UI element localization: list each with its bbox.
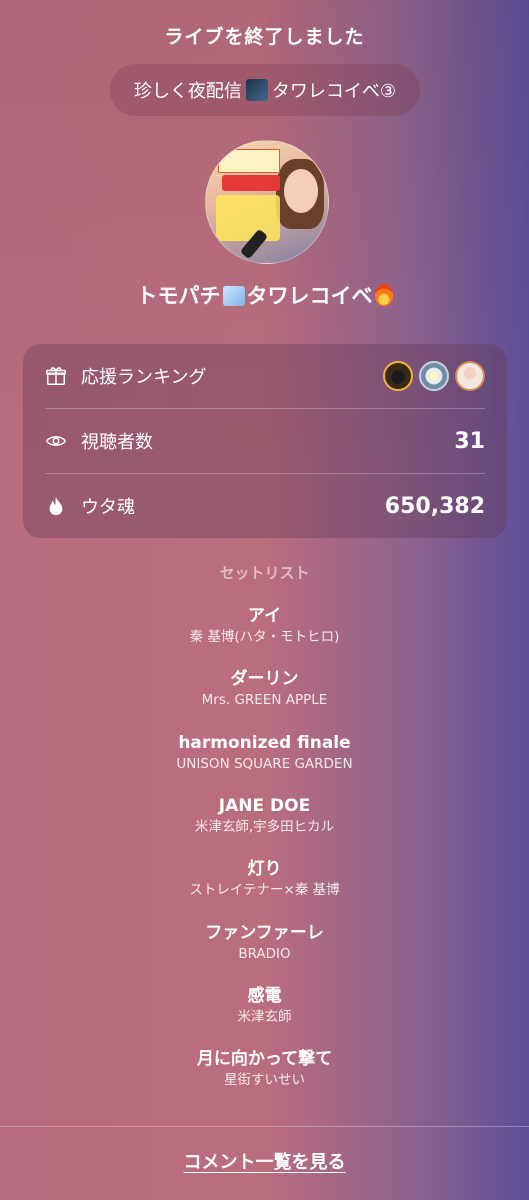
stream-title-prefix: 珍しく夜配信 (133, 81, 242, 102)
viewers-value: 31 (454, 428, 485, 454)
ranking-avatar-3[interactable] (455, 361, 485, 391)
user-name-prefix: トモパチ (136, 284, 221, 308)
ranking-label: 応援ランキング (81, 367, 207, 388)
avatar-entry-badge (222, 175, 280, 191)
setlist-song: 月に向かって撃て 星街すいせい (0, 1048, 529, 1090)
song-artist: ストレイテナー×秦 基博 (189, 882, 340, 898)
viewers-label: 視聴者数 (81, 432, 153, 453)
song-artist: UNISON SQUARE GARDEN (176, 756, 353, 772)
song-title: 灯り (247, 859, 282, 879)
song-title: harmonized finale (178, 733, 351, 753)
stats-card: 応援ランキング 視聴者数 31 ウタ魂 650,382 (23, 344, 507, 538)
song-title: 感電 (247, 986, 282, 1006)
song-artist: 米津玄師,宇多田ヒカル (194, 819, 335, 835)
ranking-row[interactable]: 応援ランキング (45, 344, 485, 408)
song-artist: 星街すいせい (224, 1072, 305, 1088)
song-artist: 秦 基博(ハタ・モトヒロ) (189, 629, 340, 645)
avatar-face (284, 169, 318, 213)
song-artist: Mrs. GREEN APPLE (201, 692, 328, 708)
song-artist: BRADIO (238, 946, 291, 962)
setlist-song: 灯り ストレイテナー×秦 基博 (0, 858, 529, 900)
footer-divider (0, 1126, 529, 1127)
user-name-suffix: タワレコイベ (246, 284, 373, 308)
setlist-song: ダーリン Mrs. GREEN APPLE (0, 668, 529, 710)
soul-row: ウタ魂 650,382 (45, 474, 485, 538)
view-comments-link[interactable]: コメント一覧を見る (0, 1148, 529, 1174)
avatar-banner (218, 149, 280, 173)
setlist-song: 感電 米津玄師 (0, 985, 529, 1027)
song-title: 月に向かって撃て (196, 1049, 333, 1069)
page-title: ライブを終了しました (164, 26, 365, 48)
setlist-song: ファンファーレ BRADIO (0, 922, 529, 964)
setlist-song: JANE DOE 米津玄師,宇多田ヒカル (0, 795, 529, 837)
fire-emoji-icon (374, 284, 393, 306)
stream-title-suffix: タワレコイベ③ (271, 81, 397, 102)
ranking-badges[interactable] (383, 361, 485, 391)
flame-icon (49, 496, 63, 516)
gift-icon (46, 367, 66, 385)
avatar-caption-box (216, 195, 280, 241)
ranking-avatar-1[interactable] (383, 361, 413, 391)
ranking-avatar-2[interactable] (419, 361, 449, 391)
eye-icon (46, 436, 66, 446)
user-name[interactable]: トモパチ タワレコイベ (0, 280, 529, 310)
setlist-heading: セットリスト (219, 564, 310, 582)
song-artist: 米津玄師 (237, 1009, 292, 1025)
song-title: アイ (247, 606, 282, 626)
soul-value: 650,382 (384, 493, 485, 519)
night-city-emoji-icon (245, 79, 268, 101)
ice-cube-emoji-icon (222, 286, 245, 306)
viewers-row: 視聴者数 31 (45, 409, 485, 473)
setlist-song: harmonized finale UNISON SQUARE GARDEN (0, 732, 529, 774)
avatar[interactable] (205, 140, 329, 264)
soul-label: ウタ魂 (81, 497, 135, 518)
song-title: ファンファーレ (205, 923, 324, 943)
stream-title-pill: 珍しく夜配信 タワレコイベ③ (110, 64, 420, 116)
setlist-song: アイ 秦 基博(ハタ・モトヒロ) (0, 605, 529, 647)
song-title: JANE DOE (218, 796, 311, 816)
song-title: ダーリン (230, 669, 299, 689)
